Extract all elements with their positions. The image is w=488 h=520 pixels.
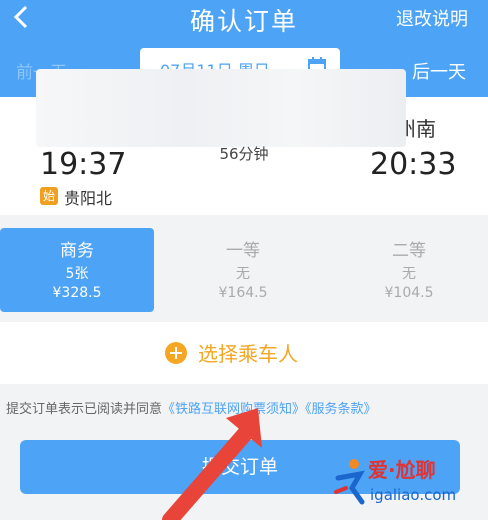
watermark-url: igaliao.com	[370, 486, 457, 504]
seat-option-first[interactable]: 一等 无 ¥164.5	[166, 228, 320, 312]
origin-badge: 始	[40, 187, 58, 205]
watermark-logo: 爱·尬聊 igaliao.com	[330, 452, 488, 516]
terms-link[interactable]: 《服务条款》	[305, 402, 377, 417]
arrival-time: 20:33	[370, 147, 457, 182]
seat-name: 二等	[392, 241, 426, 261]
seat-name: 商务	[60, 241, 94, 261]
refund-info-link[interactable]: 退改说明	[396, 5, 468, 31]
departure-station: 贵阳北	[64, 189, 113, 208]
purchase-notice-link[interactable]: 《铁路互联网购票须知》	[162, 402, 305, 417]
train-info-card: 州南 19:37 56分钟 20:33 始 贵阳北	[0, 69, 488, 215]
select-passenger-label: 选择乘车人	[198, 342, 298, 366]
seat-option-business[interactable]: 商务 5张 ¥328.5	[0, 228, 154, 312]
seat-count: 无	[402, 266, 416, 282]
seat-class-selector: 商务 5张 ¥328.5 一等 无 ¥164.5 二等 无 ¥104.5	[0, 228, 488, 312]
add-icon	[165, 342, 187, 364]
select-passenger-button[interactable]: 选择乘车人	[0, 322, 488, 384]
next-day-button[interactable]: 后一天	[412, 58, 466, 84]
agreement-notice: 提交订单表示已阅读并同意《铁路互联网购票须知》《服务条款》	[6, 398, 377, 417]
seat-price: ¥328.5	[52, 285, 102, 301]
seat-name: 一等	[226, 241, 260, 261]
seat-count: 无	[236, 266, 250, 282]
seat-price: ¥104.5	[384, 285, 434, 301]
seat-count: 5张	[65, 266, 89, 282]
runner-logo-icon	[334, 459, 365, 505]
blurred-region	[36, 69, 406, 147]
seat-price: ¥164.5	[218, 285, 268, 301]
seat-option-second[interactable]: 二等 无 ¥104.5	[332, 228, 486, 312]
watermark-text: 爱·尬聊	[368, 458, 436, 482]
agreement-prefix: 提交订单表示已阅读并同意	[6, 402, 163, 417]
